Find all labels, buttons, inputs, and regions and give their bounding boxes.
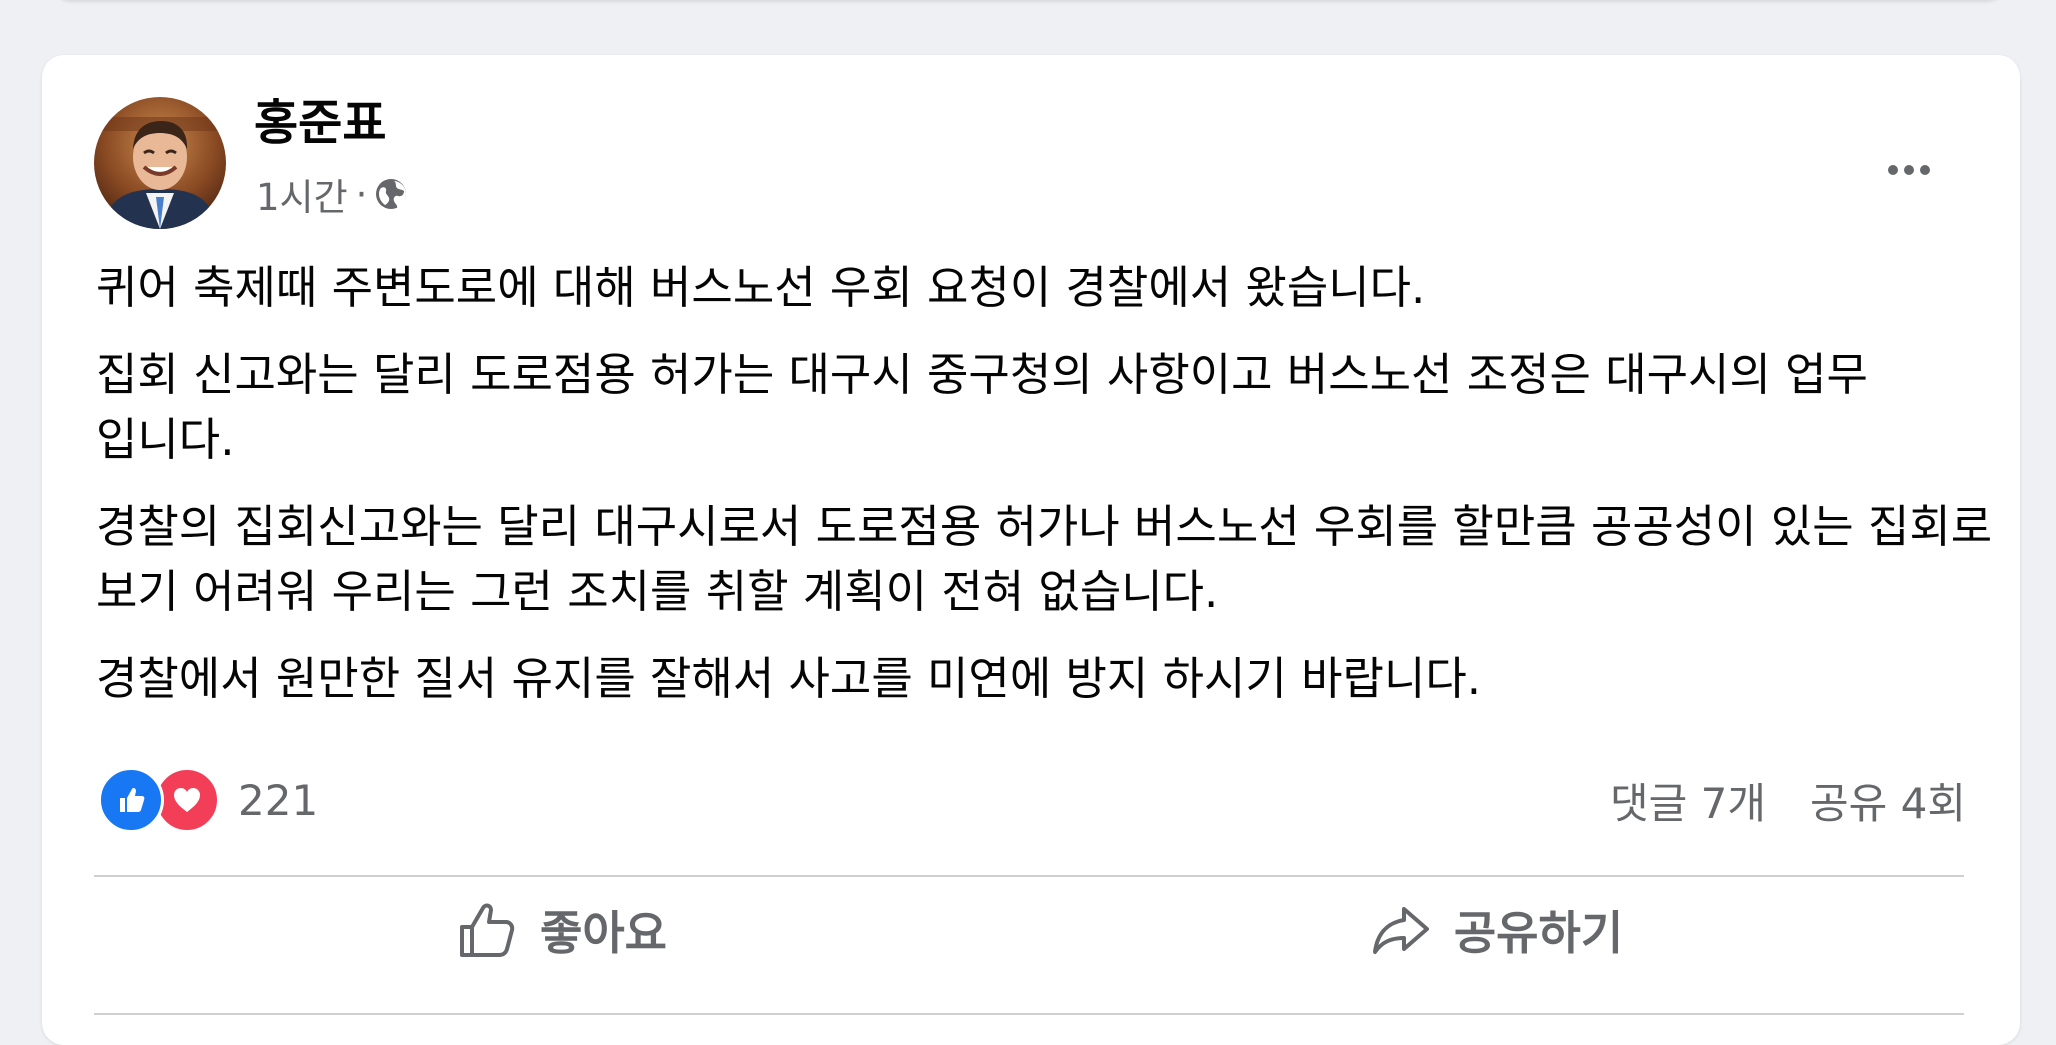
post-stats: 댓글 7개 공유 4회	[1610, 767, 1966, 833]
post-paragraph: 퀴어 축제때 주변도로에 대해 버스노선 우회 요청이 경찰에서 왔습니다.	[96, 261, 1426, 314]
post-paragraph: 집회 신고와는 달리 도로점용 허가는 대구시 중구청의 사항이고 버스노선 조…	[96, 348, 1868, 466]
reaction-count: 221	[238, 775, 319, 825]
shares-count[interactable]: 공유 4회	[1810, 770, 1966, 831]
post-paragraph: 경찰에서 원만한 질서 유지를 잘해서 사고를 미연에 방지 하시기 바랍니다.	[96, 652, 1482, 705]
share-arrow-icon	[1372, 907, 1429, 954]
post-time[interactable]: 1시간	[256, 167, 348, 221]
comments-count[interactable]: 댓글 7개	[1610, 770, 1766, 831]
thumbs-up-icon	[460, 903, 515, 957]
post-text: 퀴어 축제때 주변도로에 대해 버스노선 우회 요청이 경찰에서 왔습니다. 집…	[96, 255, 1996, 733]
like-reaction-icon	[98, 767, 164, 833]
share-button-label: 공유하기	[1453, 906, 1624, 960]
post-card: 홍준표 1시간 · 퀴어 축제때 주변도로에 대해 버스노선 우회 요청이 경찰…	[42, 55, 2020, 1045]
like-button[interactable]: 좋아요	[94, 875, 1029, 985]
post-meta: 1시간 ·	[256, 169, 409, 219]
post-paragraph: 경찰의 집회신고와는 달리 대구시로서 도로점용 허가나 버스노선 우회를 할만…	[96, 500, 1993, 618]
like-button-label: 좋아요	[540, 906, 667, 960]
more-options-button[interactable]	[1874, 145, 1944, 195]
author-name[interactable]: 홍준표	[254, 93, 386, 153]
avatar[interactable]	[94, 97, 226, 229]
globe-icon	[373, 176, 409, 212]
share-button[interactable]: 공유하기	[1029, 875, 1964, 985]
reactions-summary[interactable]: 221	[98, 767, 318, 833]
meta-separator: ·	[355, 172, 368, 216]
more-options-icon	[1888, 165, 1930, 175]
divider	[94, 1013, 1964, 1015]
